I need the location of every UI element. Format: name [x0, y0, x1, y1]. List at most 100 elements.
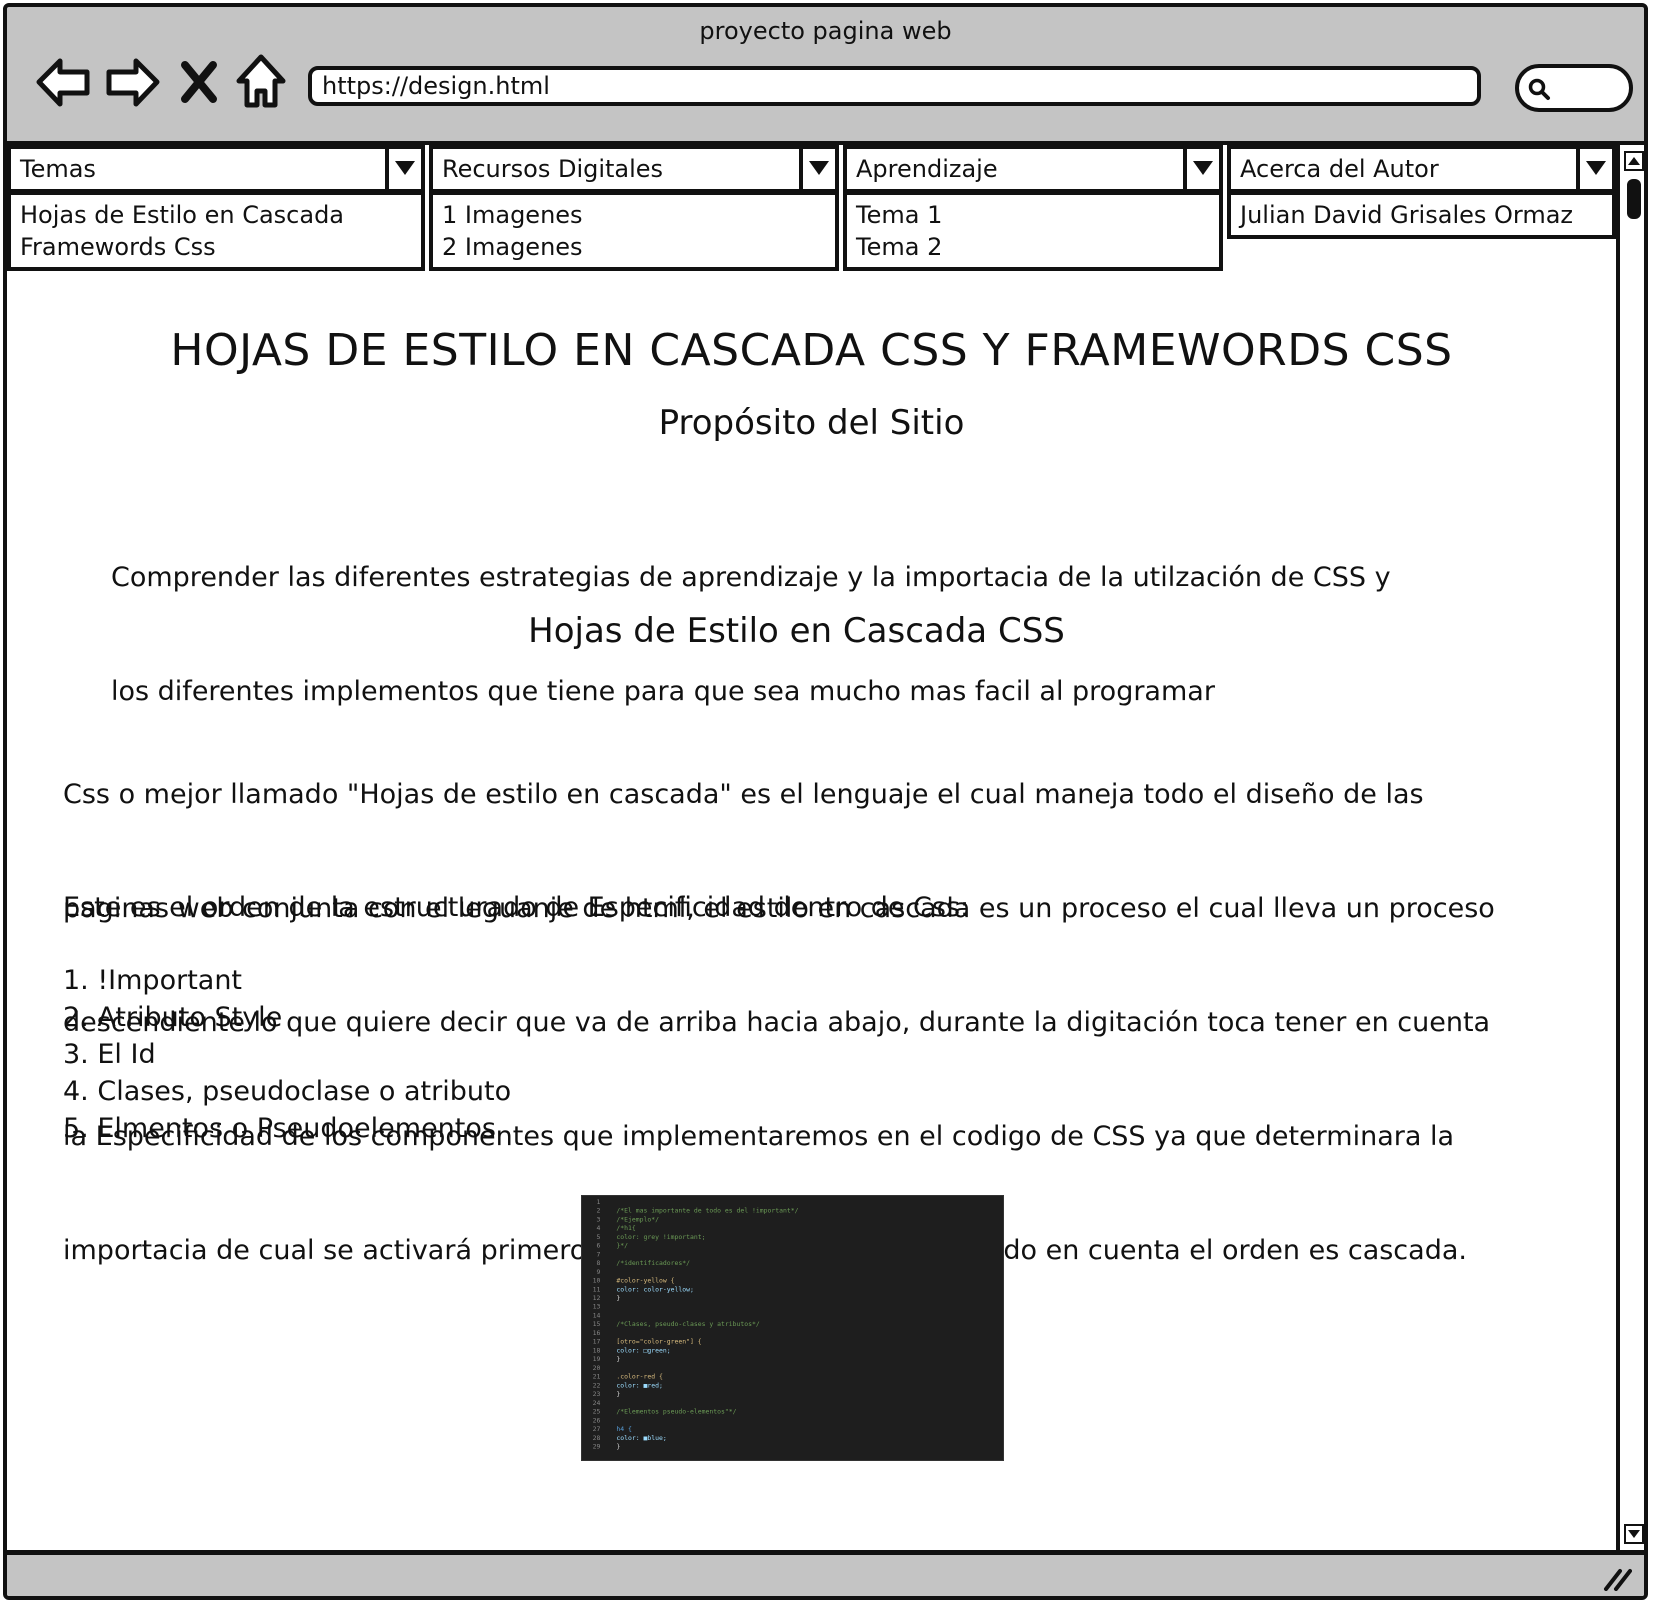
code-line-number: 4: [597, 1224, 601, 1232]
list-item: 3. El Id: [63, 1039, 156, 1070]
menu-item-tema-2[interactable]: Tema 2: [856, 231, 1210, 263]
menu-aprendizaje: Aprendizaje Tema 1 Tema 2: [843, 145, 1223, 271]
code-editor-image: 12 /*El mas importante de todo es del !im…: [593, 1198, 799, 1451]
chevron-down-icon[interactable]: [1183, 149, 1219, 189]
code-line-text: color: ■blue;: [616, 1434, 666, 1442]
css-line: Css o mejor llamado "Hojas de estilo en …: [63, 779, 1424, 810]
menu-recursos-digitales: Recursos Digitales 1 Imagenes 2 Imagenes: [429, 145, 839, 271]
code-line-number: 17: [593, 1338, 601, 1346]
code-line-number: 8: [597, 1259, 601, 1267]
code-line-number: 12: [593, 1294, 601, 1302]
menu-acerca-del-autor-header[interactable]: Acerca del Autor: [1227, 145, 1616, 193]
code-line-number: 23: [593, 1390, 601, 1398]
code-line-number: 28: [593, 1434, 601, 1442]
code-line-text: color: □green;: [616, 1346, 670, 1354]
resize-grip-icon[interactable]: [1602, 1565, 1632, 1591]
menu-aprendizaje-label: Aprendizaje: [856, 155, 998, 183]
code-line-text: .color-red {: [616, 1373, 663, 1381]
code-line-number: 14: [593, 1311, 601, 1319]
url-input[interactable]: [308, 66, 1481, 106]
menu-item-author-name[interactable]: Julian David Grisales Ormaz: [1240, 199, 1603, 231]
menu-item-framewords-css[interactable]: Framewords Css: [20, 231, 412, 263]
code-line-text: [otro="color-green"] {: [616, 1338, 701, 1346]
code-line-text: }: [616, 1355, 620, 1363]
menu-recursos-digitales-list: 1 Imagenes 2 Imagenes: [429, 193, 839, 271]
chevron-down-icon[interactable]: [385, 149, 421, 189]
search-box[interactable]: [1515, 64, 1633, 112]
code-line-text: }: [616, 1294, 620, 1302]
menu-recursos-digitales-header[interactable]: Recursos Digitales: [429, 145, 839, 193]
arrow-right-icon: [106, 58, 160, 107]
code-line-number: 20: [593, 1364, 601, 1372]
status-bar: [7, 1555, 1644, 1596]
arrow-left-icon: [36, 58, 90, 107]
menu-acerca-del-autor: Acerca del Autor Julian David Grisales O…: [1227, 145, 1616, 239]
back-button[interactable]: [33, 51, 95, 113]
code-line-text: color: ■red;: [616, 1381, 663, 1389]
code-line-text: /*Elementos pseudo-elementos"*/: [616, 1408, 736, 1416]
scroll-down-icon[interactable]: [1624, 1524, 1644, 1544]
page-content: Temas Hojas de Estilo en Cascada Framewo…: [7, 141, 1616, 1555]
code-line-text: /*h1{: [616, 1224, 636, 1232]
menu-temas-label: Temas: [20, 155, 96, 183]
close-icon: [181, 61, 217, 103]
menu-aprendizaje-header[interactable]: Aprendizaje: [843, 145, 1223, 193]
vertical-scrollbar[interactable]: [1616, 141, 1644, 1555]
order-intro: Este es el orden de la estructurado de E…: [63, 892, 970, 923]
code-line-number: 15: [593, 1320, 601, 1328]
code-line-number: 10: [593, 1277, 601, 1285]
purpose-line: Comprender las diferentes estrategias de…: [111, 562, 1391, 593]
home-button[interactable]: [235, 51, 287, 113]
browser-window: proyecto pagina web Temas: [3, 3, 1648, 1600]
code-line-text: }: [616, 1390, 620, 1398]
code-line-number: 18: [593, 1346, 601, 1354]
menu-temas: Temas Hojas de Estilo en Cascada Framewo…: [7, 145, 425, 271]
code-line-number: 25: [593, 1408, 601, 1416]
chevron-down-icon[interactable]: [799, 149, 835, 189]
menu-aprendizaje-list: Tema 1 Tema 2: [843, 193, 1223, 271]
window-title: proyecto pagina web: [699, 17, 952, 45]
menu-acerca-del-autor-list: Julian David Grisales Ormaz: [1227, 193, 1616, 239]
code-line-number: 26: [593, 1416, 601, 1424]
code-line-text: }: [616, 1442, 620, 1450]
code-line-text: }*/: [616, 1242, 628, 1250]
code-line-number: 9: [597, 1268, 601, 1276]
chevron-down-icon[interactable]: [1576, 149, 1612, 189]
code-line-number: 19: [593, 1355, 601, 1363]
menu-item-2-imagenes[interactable]: 2 Imagenes: [442, 231, 826, 263]
css-heading: Hojas de Estilo en Cascada CSS: [528, 611, 1065, 651]
code-screenshot-image: 1 2 /*El mas importante de todo es del !im…: [581, 1195, 1004, 1461]
code-line-number: 27: [593, 1425, 601, 1433]
code-line-number: 16: [593, 1329, 601, 1337]
menu-item-tema-1[interactable]: Tema 1: [856, 199, 1210, 231]
scroll-up-icon[interactable]: [1624, 151, 1644, 171]
home-icon: [236, 54, 286, 108]
code-line-number: 3: [597, 1215, 601, 1223]
menu-item-1-imagenes[interactable]: 1 Imagenes: [442, 199, 826, 231]
code-line-number: 5: [597, 1233, 601, 1241]
code-line-text: #color-yellow {: [616, 1277, 674, 1285]
menu-temas-list: Hojas de Estilo en Cascada Framewords Cs…: [7, 193, 425, 271]
menu-item-hojas-de-estilo[interactable]: Hojas de Estilo en Cascada: [20, 199, 412, 231]
menu-temas-header[interactable]: Temas: [7, 145, 425, 193]
search-icon: [1528, 78, 1550, 100]
code-line-text: h4 {: [616, 1425, 632, 1433]
code-line-text: color: grey !important;: [616, 1233, 705, 1241]
code-line-number: 7: [597, 1250, 601, 1258]
code-line-number: 11: [593, 1285, 601, 1293]
code-line-number: 6: [597, 1242, 601, 1250]
code-line-text: color: color-yellow;: [616, 1285, 694, 1293]
code-line-number: 1: [597, 1198, 601, 1206]
scroll-thumb[interactable]: [1627, 179, 1641, 219]
list-item: 2. Atributo Style: [63, 1002, 283, 1033]
menu-recursos-digitales-label: Recursos Digitales: [442, 155, 664, 183]
purpose-heading: Propósito del Sitio: [658, 403, 965, 443]
code-line-number: 29: [593, 1442, 601, 1450]
forward-button[interactable]: [101, 51, 163, 113]
specificity-list: 1. !Important 2. Atributo Style 3. El Id…: [63, 962, 511, 1147]
list-item: 1. !Important: [63, 965, 243, 996]
code-line-number: 13: [593, 1303, 601, 1311]
code-line-text: /*El mas importante de todo es del !impo…: [616, 1207, 798, 1215]
stop-button[interactable]: [175, 51, 223, 113]
code-line-number: 2: [597, 1207, 601, 1215]
